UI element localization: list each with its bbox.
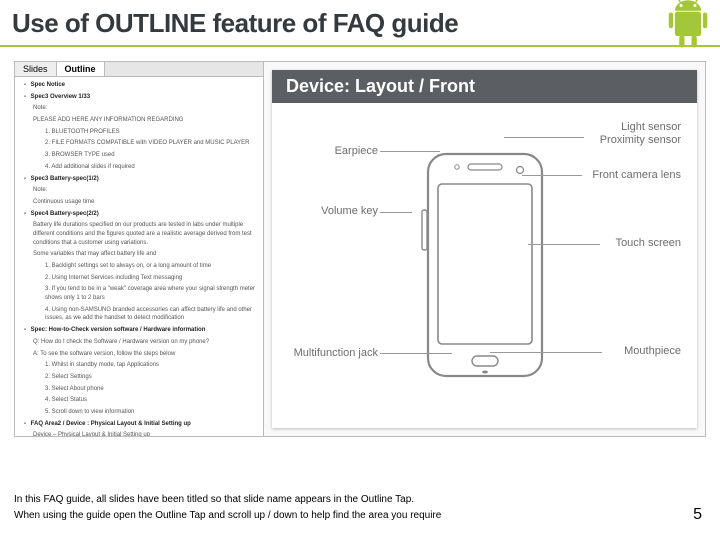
pane-tabs: Slides Outline [15, 62, 263, 77]
device-diagram: Earpiece Volume key Multifunction jack L… [272, 103, 697, 427]
outline-item-text: Battery life durations specified on our … [33, 222, 252, 245]
outline-item-text: 3. Select About phone [45, 386, 104, 392]
android-robot-icon [660, 0, 716, 58]
title-bar: Use of OUTLINE feature of FAQ guide [0, 0, 720, 47]
label-mouth: Mouthpiece [624, 345, 681, 358]
tab-outline[interactable]: Outline [57, 62, 105, 76]
outline-item-text: Continuous usage time [33, 199, 94, 205]
outline-item[interactable]: 2. Select Settings [17, 373, 261, 382]
outline-item-text: Spec3 Battery-spec(1/2) [29, 176, 99, 182]
outline-item-text: Device – Physical Layout & Initial Setti… [33, 432, 150, 436]
outline-item-text: 2. FILE FORMATS COMPATIBLE with VIDEO PL… [45, 140, 250, 146]
outline-item[interactable]: 1. Backlight settings set to always on, … [17, 262, 261, 271]
outline-item-text: Spec4 Battery-spec(2/2) [29, 211, 99, 217]
collapse-icon[interactable]: - [21, 81, 29, 90]
label-multijack: Multifunction jack [268, 347, 378, 360]
collapse-icon[interactable]: - [21, 93, 29, 102]
outline-item[interactable]: A: To see the software version, follow t… [17, 350, 261, 359]
outline-item-text: Spec Notice [29, 82, 65, 88]
label-touch: Touch screen [616, 237, 681, 250]
leader-line [528, 244, 600, 245]
outline-item-text: 4. Using non-SAMSUNG branded accessories… [45, 307, 252, 322]
leader-line [522, 175, 582, 176]
outline-item-text: FAQ Area2 / Device : Physical Layout & I… [29, 421, 191, 427]
outline-item-text: 4. Add additional slides if required [45, 164, 135, 170]
outline-list[interactable]: - Spec Notice- Spec3 Overview 1/33 Note:… [15, 77, 263, 436]
leader-line [504, 137, 584, 138]
outline-item[interactable]: Note: [17, 186, 261, 195]
outline-item[interactable]: 1. Whilst in standby mode, tap Applicati… [17, 361, 261, 370]
leader-line [380, 212, 412, 213]
outline-item[interactable]: Q: How do I check the Software / Hardwar… [17, 338, 261, 347]
phone-outline-icon [420, 150, 550, 380]
outline-item[interactable]: Note: [17, 104, 261, 113]
outline-item-text: 1. Whilst in standby mode, tap Applicati… [45, 362, 159, 368]
slide-preview-pane: Device: Layout / Front Earpiece Volume k… [264, 61, 706, 437]
outline-item[interactable]: PLEASE ADD HERE ANY INFORMATION REGARDIN… [17, 116, 261, 125]
outline-item[interactable]: 2. Using Internet Services including Tex… [17, 274, 261, 283]
page-number: 5 [693, 506, 702, 524]
outline-item[interactable]: - FAQ Area2 / Device : Physical Layout &… [17, 420, 261, 429]
outline-item[interactable]: Some variables that may affect battery l… [17, 250, 261, 259]
outline-item[interactable]: - Spec: How-to-Check version software / … [17, 326, 261, 335]
outline-item[interactable]: Battery life durations specified on our … [17, 221, 261, 247]
outline-item-text: Note: [33, 187, 47, 193]
leader-line [380, 353, 452, 354]
footer-line-1: In this FAQ guide, all slides have been … [14, 492, 441, 508]
outline-item-text: 5. Scroll down to view information [45, 409, 134, 415]
leader-line [490, 352, 602, 353]
collapse-icon[interactable]: - [21, 175, 29, 184]
collapse-icon[interactable]: - [21, 210, 29, 219]
outline-item-text: Spec3 Overview 1/33 [29, 94, 90, 100]
slide-title: Device: Layout / Front [272, 70, 697, 103]
outline-item-text: Spec: How-to-Check version software / Ha… [29, 327, 205, 333]
outline-item[interactable]: 3. If you tend to be in a "weak" coverag… [17, 285, 261, 302]
outline-item[interactable]: 3. BROWSER TYPE used [17, 151, 261, 160]
label-light: Light sensor [621, 121, 681, 134]
tab-slides[interactable]: Slides [15, 62, 57, 76]
outline-item[interactable]: - Spec3 Overview 1/33 [17, 93, 261, 102]
footer-line-2: When using the guide open the Outline Ta… [14, 508, 441, 524]
content-area: Slides Outline - Spec Notice- Spec3 Over… [0, 47, 720, 437]
outline-item-text: 2. Select Settings [45, 374, 92, 380]
outline-item-text: A: To see the software version, follow t… [33, 351, 175, 357]
outline-item[interactable]: 4. Select Status [17, 396, 261, 405]
outline-item-text: 3. BROWSER TYPE used [45, 152, 115, 158]
outline-item[interactable]: 2. FILE FORMATS COMPATIBLE with VIDEO PL… [17, 139, 261, 148]
outline-item[interactable]: 5. Scroll down to view information [17, 408, 261, 417]
outline-item-text: 1. Backlight settings set to always on, … [45, 263, 211, 269]
footer: In this FAQ guide, all slides have been … [14, 492, 706, 524]
collapse-icon[interactable]: - [21, 326, 29, 335]
slide: Device: Layout / Front Earpiece Volume k… [272, 70, 697, 428]
outline-item[interactable]: - Spec3 Battery-spec(1/2) [17, 175, 261, 184]
outline-item[interactable]: Continuous usage time [17, 198, 261, 207]
outline-item-text: 4. Select Status [45, 397, 87, 403]
outline-item-text: Q: How do I check the Software / Hardwar… [33, 339, 209, 345]
outline-item[interactable]: Device – Physical Layout & Initial Setti… [17, 431, 261, 436]
leader-line [380, 151, 440, 152]
outline-item-text: Some variables that may affect battery l… [33, 251, 156, 257]
footer-text: In this FAQ guide, all slides have been … [14, 492, 441, 524]
outline-item[interactable]: 1. BLUETOOTH PROFILES [17, 128, 261, 137]
outline-item[interactable]: 4. Add additional slides if required [17, 163, 261, 172]
outline-item-text: 1. BLUETOOTH PROFILES [45, 129, 120, 135]
outline-item-text: 2. Using Internet Services including Tex… [45, 275, 182, 281]
label-camera: Front camera lens [592, 169, 681, 182]
outline-item[interactable]: - Spec4 Battery-spec(2/2) [17, 210, 261, 219]
outline-item-text: PLEASE ADD HERE ANY INFORMATION REGARDIN… [33, 117, 183, 123]
outline-item[interactable]: 4. Using non-SAMSUNG branded accessories… [17, 306, 261, 323]
label-earpiece: Earpiece [304, 145, 378, 158]
label-proximity: Proximity sensor [600, 134, 681, 147]
page-title: Use of OUTLINE feature of FAQ guide [12, 8, 708, 39]
outline-item[interactable]: 3. Select About phone [17, 385, 261, 394]
outline-item-text: 3. If you tend to be in a "weak" coverag… [45, 286, 255, 301]
label-volume: Volume key [294, 205, 378, 218]
collapse-icon[interactable]: - [21, 420, 29, 429]
outline-pane: Slides Outline - Spec Notice- Spec3 Over… [14, 61, 264, 437]
outline-item-text: Note: [33, 105, 47, 111]
outline-item[interactable]: - Spec Notice [17, 81, 261, 90]
